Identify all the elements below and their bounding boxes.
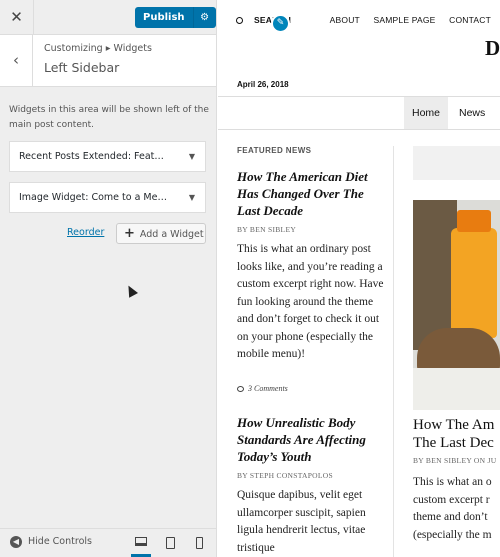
customizer-panel: ✕ Publish ⚙ ‹ Customizing ▸ Widgets Left… <box>0 0 217 557</box>
side-post-title[interactable]: How The Am The Last Dec <box>413 416 500 452</box>
caret-down-icon[interactable]: ▼ <box>189 142 195 171</box>
publish-button[interactable]: Publish <box>135 7 194 28</box>
mouse-cursor-icon <box>124 283 138 298</box>
site-logo[interactable]: D <box>485 36 500 61</box>
gear-icon[interactable]: ⚙ <box>193 7 216 28</box>
description-line: main post content. <box>9 120 94 130</box>
customizer-footer: ◀ Hide Controls <box>0 528 216 557</box>
edit-pencil-icon[interactable]: ✎ <box>271 14 290 33</box>
site-date: April 26, 2018 <box>237 80 289 89</box>
banner-placeholder <box>413 146 500 180</box>
featured-heading: FEATURED NEWS <box>237 146 312 155</box>
site-preview: SEARCH ABOUT SAMPLE PAGE CONTACT ✎ D Apr… <box>218 0 500 557</box>
post-featured-image[interactable] <box>413 200 500 410</box>
side-post-byline: BY BEN SIBLEY ON JU <box>413 456 497 465</box>
widget-label: Image Widget: Come to a Me… <box>19 192 167 203</box>
divider <box>218 129 500 130</box>
hide-controls-label: Hide Controls <box>28 536 92 547</box>
add-widget-label: Add a Widget <box>139 229 204 240</box>
back-chevron-icon[interactable]: ‹ <box>0 35 33 86</box>
collapse-arrow-icon: ◀ <box>10 536 22 548</box>
tablet-preview-icon[interactable] <box>166 537 175 549</box>
caret-down-icon[interactable]: ▼ <box>189 183 195 212</box>
add-widget-button[interactable]: + Add a Widget <box>116 223 206 244</box>
customizer-header: ✕ Publish ⚙ <box>0 0 216 35</box>
menu-item-news[interactable]: News <box>451 97 493 129</box>
nav-search[interactable]: SEARCH <box>236 15 302 25</box>
post-title[interactable]: How Unrealistic Body Standards Are Affec… <box>237 414 387 465</box>
nav-item-about[interactable]: ABOUT <box>330 15 360 25</box>
post-excerpt: This is what an ordinary post looks like… <box>237 243 384 360</box>
plus-icon: + <box>124 226 135 241</box>
mobile-preview-icon[interactable] <box>196 537 203 549</box>
desktop-preview-icon[interactable] <box>135 537 147 546</box>
column-divider <box>393 146 394 557</box>
post-byline: BY BEN SIBLEY <box>237 225 297 234</box>
section-title: Left Sidebar <box>44 60 120 75</box>
section-description: Widgets in this area will be shown left … <box>9 103 209 133</box>
widget-recent-posts[interactable]: Recent Posts Extended: Feat… ▼ <box>9 141 206 172</box>
menu-item-home[interactable]: Home <box>404 97 449 129</box>
post-title[interactable]: How The American Diet Has Changed Over T… <box>237 168 387 219</box>
comment-icon <box>237 386 244 392</box>
close-icon[interactable]: ✕ <box>0 0 34 35</box>
hide-controls-button[interactable]: ◀ Hide Controls <box>10 536 92 548</box>
post-byline: BY STEPH CONSTAPOLOS <box>237 471 333 480</box>
post-excerpt: Quisque dapibus, velit eget ullamcorper … <box>237 489 366 554</box>
post-comments[interactable]: 3 Comments <box>237 384 288 393</box>
publish-group: Publish ⚙ <box>135 7 216 28</box>
nav-item-sample-page[interactable]: SAMPLE PAGE <box>374 15 436 25</box>
breadcrumb: Customizing ▸ Widgets <box>44 43 152 54</box>
search-icon <box>236 17 243 24</box>
reorder-link[interactable]: Reorder <box>67 227 104 238</box>
nav-item-contact[interactable]: CONTACT <box>449 15 491 25</box>
description-line: Widgets in this area will be shown left … <box>9 105 209 115</box>
side-post-excerpt: This is what an o custom excerpt r theme… <box>413 476 492 541</box>
widget-image[interactable]: Image Widget: Come to a Me… ▼ <box>9 182 206 213</box>
section-header: ‹ Customizing ▸ Widgets Left Sidebar <box>0 35 216 87</box>
widget-label: Recent Posts Extended: Feat… <box>19 151 164 162</box>
